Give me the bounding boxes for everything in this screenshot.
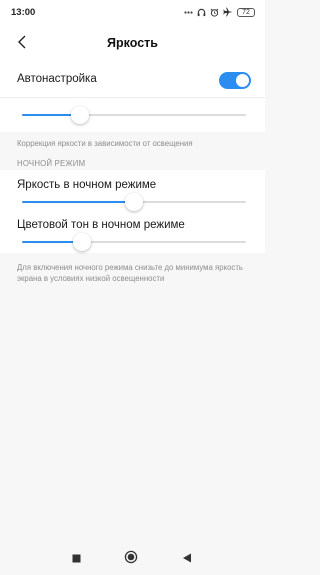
night-mode-section-title: НОЧНОЙ РЕЖИМ xyxy=(17,159,86,168)
home-button[interactable] xyxy=(124,550,138,569)
status-bar: 13:00 72 xyxy=(0,0,265,24)
back-nav-button[interactable] xyxy=(180,552,194,566)
slider-thumb[interactable] xyxy=(73,233,92,251)
auto-brightness-caption: Коррекция яркости в зависимости от освещ… xyxy=(17,139,193,148)
brightness-slider[interactable] xyxy=(22,105,246,125)
night-mode-caption: Для включения ночного режима снизьте до … xyxy=(17,263,243,283)
slider-thumb[interactable] xyxy=(71,106,90,124)
headphones-icon xyxy=(197,7,206,17)
page-title: Яркость xyxy=(107,36,158,50)
slider-fill xyxy=(22,201,134,203)
dots-icon xyxy=(184,7,193,17)
header: Яркость xyxy=(0,24,265,64)
auto-brightness-card: Автонастройка xyxy=(0,64,265,132)
alarm-icon xyxy=(210,7,219,17)
recents-button[interactable] xyxy=(69,552,83,566)
night-brightness-label: Яркость в ночном режиме xyxy=(17,179,157,191)
airplane-icon xyxy=(223,7,233,17)
night-tone-label: Цветовой тон в ночном режиме xyxy=(17,219,185,231)
divider xyxy=(0,97,265,98)
recents-icon xyxy=(72,550,81,568)
status-icons: 72 xyxy=(184,7,255,17)
auto-brightness-toggle[interactable] xyxy=(219,72,251,89)
home-icon xyxy=(124,550,138,569)
toggle-knob xyxy=(236,74,249,87)
back-icon xyxy=(182,550,192,568)
status-time: 13:00 xyxy=(11,6,36,18)
auto-brightness-label: Автонастройка xyxy=(17,73,97,85)
navigation-bar xyxy=(0,543,265,575)
battery-icon: 72 xyxy=(237,7,255,17)
night-brightness-slider[interactable] xyxy=(22,192,246,212)
night-mode-card: Яркость в ночном режиме Цветовой тон в н… xyxy=(0,170,265,253)
night-tone-slider[interactable] xyxy=(22,232,246,252)
slider-thumb[interactable] xyxy=(125,193,143,211)
